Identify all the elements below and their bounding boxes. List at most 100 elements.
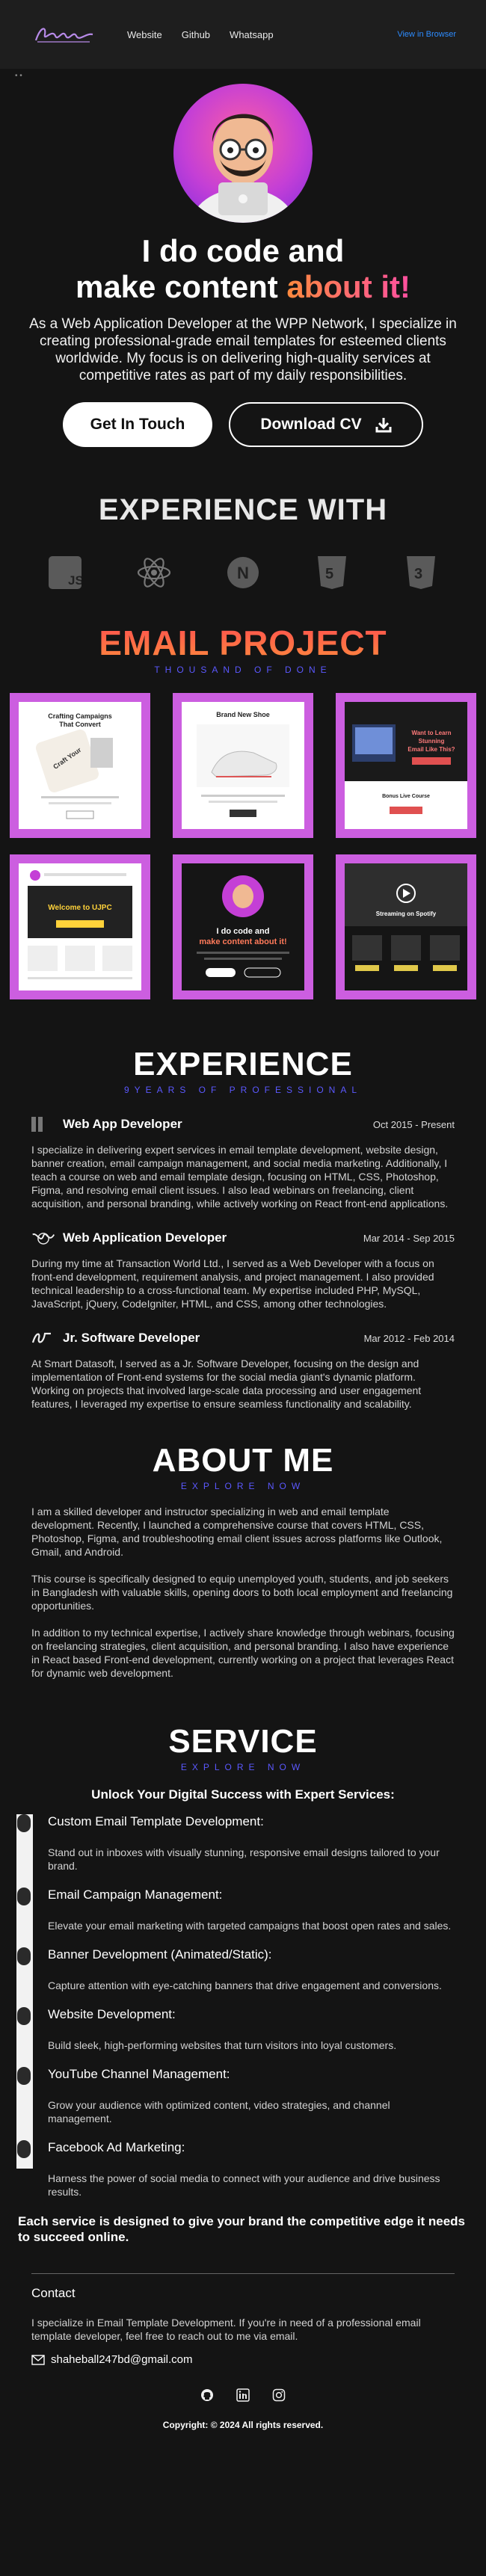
project-thumbnail: I do code and make content about it!: [182, 863, 304, 990]
js-icon: JS: [45, 552, 85, 593]
project-card[interactable]: Brand New Shoe: [173, 693, 313, 838]
service-item-desc: Capture attention with eye-catching bann…: [48, 1979, 442, 1991]
service-header: SERVICE EXPLORE NOW: [0, 1723, 486, 1772]
service-item-desc: Elevate your email marketing with target…: [48, 1920, 452, 1932]
project-thumbnail: Crafting Campaigns That Convert Craft Yo…: [19, 702, 141, 829]
job-item: Jr. Software Developer Mar 2012 - Feb 20…: [31, 1328, 455, 1411]
about-subtitle: EXPLORE NOW: [180, 1481, 306, 1491]
svg-text:Email Like This?: Email Like This?: [407, 746, 455, 753]
download-cv-button[interactable]: Download CV: [229, 402, 423, 447]
about-header: ABOUT ME EXPLORE NOW: [0, 1442, 486, 1491]
email-link[interactable]: shaheball247bd@gmail.com: [31, 2353, 455, 2366]
job-title: Web App Developer: [63, 1117, 182, 1131]
signature-logo[interactable]: [30, 19, 97, 49]
service-subtitle: EXPLORE NOW: [180, 1762, 306, 1772]
timeline-dot: [17, 1888, 31, 1905]
project-thumbnail: Streaming on Spotify: [345, 863, 467, 990]
experience-header: EXPERIENCE 9YEARS OF PROFESSIONAL: [0, 1046, 486, 1095]
svg-text:Want to Learn: Want to Learn: [411, 730, 451, 736]
top-nav: Website Github Whatsapp View in Browser …: [0, 0, 486, 80]
email-project-header: EMAIL PROJECT THOUSAND OF DONE: [0, 623, 486, 675]
timeline-dot: [17, 2067, 31, 2085]
hero-title-accent: about it!: [286, 269, 411, 304]
experience-title: EXPERIENCE: [133, 1046, 353, 1082]
service-item: Email Campaign Management: Elevate your …: [16, 1888, 486, 1932]
contact-text: I specialize in Email Template Developme…: [31, 2317, 421, 2342]
job-date: Mar 2014 - Sep 2015: [363, 1232, 455, 1244]
service-item-desc: Stand out in inboxes with visually stunn…: [48, 1846, 440, 1872]
nav-link-github[interactable]: Github: [182, 29, 210, 40]
download-icon: [375, 418, 392, 433]
timeline-dot: [17, 2140, 31, 2158]
hero-title-line2: make content: [75, 269, 287, 304]
svg-text:Stunning: Stunning: [419, 738, 445, 745]
job-header: Web App Developer Oct 2015 - Present: [31, 1115, 455, 1134]
job-description: I specialize in delivering expert servic…: [31, 1144, 449, 1210]
about-paragraph-3: In addition to my technical expertise, I…: [31, 1627, 455, 1679]
about-section: ABOUT ME EXPLORE NOW I am a skilled deve…: [0, 1442, 486, 1680]
github-icon[interactable]: [199, 2387, 215, 2403]
email-project-section: EMAIL PROJECT THOUSAND OF DONE Crafting …: [0, 623, 486, 999]
hero-buttons: Get In Touch Download CV: [0, 402, 486, 447]
instagram-icon[interactable]: [271, 2387, 287, 2403]
html5-icon: 5: [312, 552, 352, 593]
avatar-illustration: [191, 114, 295, 223]
project-card[interactable]: Welcome to UJPC: [10, 854, 150, 999]
service-title: SERVICE: [168, 1723, 318, 1760]
job-description: During my time at Transaction World Ltd.…: [31, 1257, 434, 1310]
css3-icon: 3: [401, 552, 441, 593]
nav-link-whatsapp[interactable]: Whatsapp: [230, 29, 274, 40]
nav-dots: • •: [15, 72, 22, 80]
linkedin-icon[interactable]: [235, 2387, 251, 2403]
svg-text:I do code and: I do code and: [217, 927, 270, 936]
about-paragraph-2: This course is specifically designed to …: [31, 1573, 453, 1612]
tech-icons-row: JS N 5 3: [0, 552, 486, 593]
contact-section: Contact I specialize in Email Template D…: [31, 2273, 455, 2366]
service-item-desc: Grow your audience with optimized conten…: [48, 2099, 390, 2124]
service-outro: Each service is designed to give your br…: [18, 2214, 466, 2244]
smart-datasoft-logo-icon: [31, 1328, 55, 1348]
jobs-list: Web App Developer Oct 2015 - Present I s…: [0, 1115, 486, 1411]
service-item-title: Email Campaign Management:: [48, 1888, 223, 1902]
experience-with-title: EXPERIENCE WITH: [98, 493, 388, 526]
nav-link-website[interactable]: Website: [127, 29, 162, 40]
project-thumbnail: Brand New Shoe: [182, 702, 304, 829]
svg-text:3: 3: [414, 566, 422, 582]
service-item: YouTube Channel Management: Grow your au…: [16, 2067, 486, 2125]
svg-text:Welcome to UJPC: Welcome to UJPC: [48, 904, 111, 912]
social-links: [0, 2387, 486, 2403]
project-card[interactable]: Crafting Campaigns That Convert Craft Yo…: [10, 693, 150, 838]
view-in-browser-link[interactable]: View in Browser: [397, 30, 456, 39]
project-card[interactable]: I do code and make content about it!: [173, 854, 313, 999]
svg-text:Brand New Shoe: Brand New Shoe: [216, 711, 270, 718]
service-item: Website Development: Build sleek, high-p…: [16, 2007, 486, 2052]
svg-text:Crafting Campaigns: Crafting Campaigns: [48, 712, 112, 720]
about-paragraph-1: I am a skilled developer and instructor …: [31, 1506, 443, 1558]
svg-text:N: N: [237, 564, 249, 582]
timeline-dot: [17, 1947, 31, 1965]
project-card[interactable]: Streaming on Spotify: [336, 854, 476, 999]
job-item: Web Application Developer Mar 2014 - Sep…: [31, 1228, 455, 1310]
job-title: Web Application Developer: [63, 1230, 227, 1245]
project-card[interactable]: Want to Learn Stunning Email Like This? …: [336, 693, 476, 838]
job-title: Jr. Software Developer: [63, 1331, 200, 1345]
download-cv-label: Download CV: [260, 416, 362, 433]
email-project-gallery: Crafting Campaigns That Convert Craft Yo…: [0, 693, 486, 999]
job-date: Oct 2015 - Present: [372, 1118, 455, 1130]
svg-text:5: 5: [325, 566, 333, 582]
svg-text:JS: JS: [68, 573, 81, 588]
experience-section: EXPERIENCE 9YEARS OF PROFESSIONAL Web Ap…: [0, 1046, 486, 1411]
svg-text:Streaming on Spotify: Streaming on Spotify: [376, 910, 437, 917]
hero-description: As a Web Application Developer at the WP…: [29, 316, 457, 383]
email-project-subtitle: THOUSAND OF DONE: [154, 665, 332, 675]
job-item: Web App Developer Oct 2015 - Present I s…: [31, 1115, 455, 1210]
job-date: Mar 2012 - Feb 2014: [363, 1332, 455, 1344]
service-item: Custom Email Template Development: Stand…: [16, 1814, 486, 1873]
project-thumbnail: Welcome to UJPC: [19, 863, 141, 990]
hero-section: I do code and make content about it! As …: [0, 69, 486, 447]
get-in-touch-button[interactable]: Get In Touch: [63, 402, 212, 447]
service-item: Banner Development (Animated/Static): Ca…: [16, 1947, 486, 1992]
experience-subtitle: 9YEARS OF PROFESSIONAL: [123, 1085, 363, 1095]
footer: Copyright: © 2024 All rights reserved.: [0, 2387, 486, 2460]
email-project-title: EMAIL PROJECT: [0, 623, 486, 663]
